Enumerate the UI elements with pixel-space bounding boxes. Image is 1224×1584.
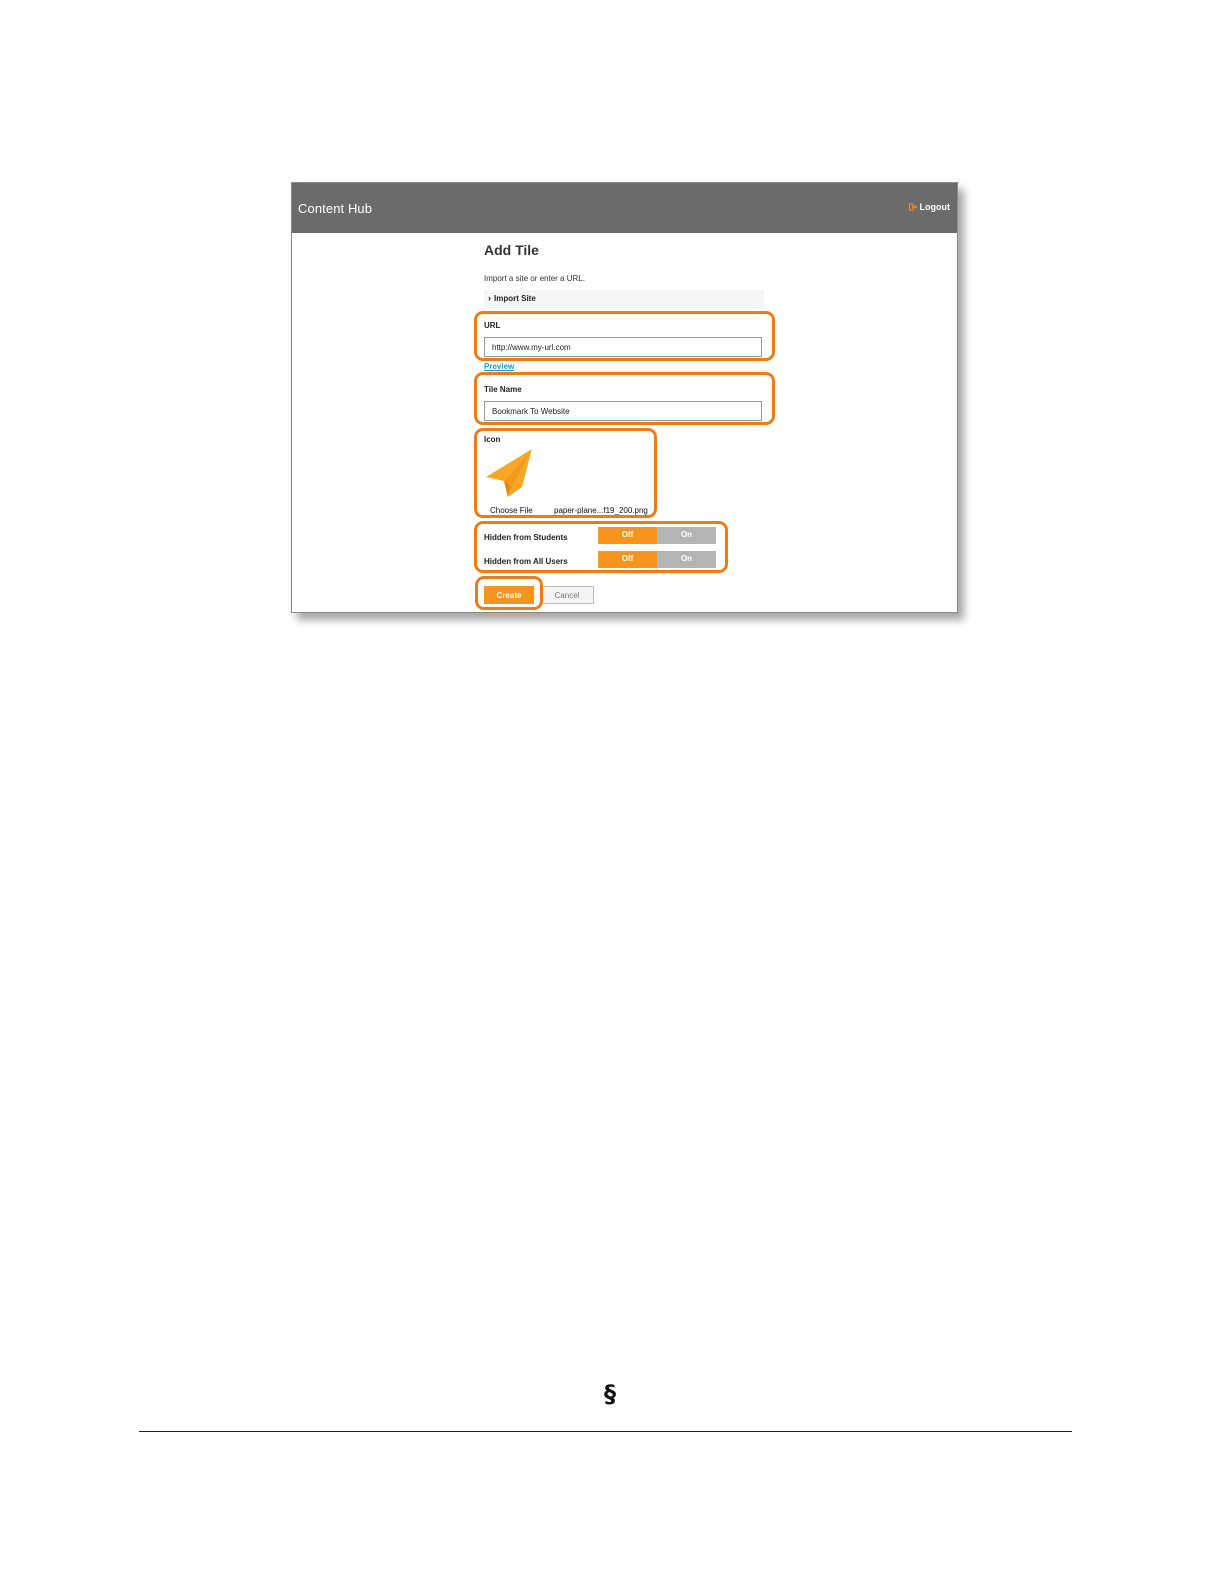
section-mark: § (604, 1380, 616, 1408)
main-content: Add Tile Import a site or enter a URL. ›… (292, 233, 957, 612)
toggle-on-option[interactable]: On (657, 551, 716, 568)
file-name: paper-plane...f19_200.png (554, 506, 648, 515)
hidden-from-all-users-toggle[interactable]: Off On (598, 551, 716, 568)
logout-label: Logout (919, 202, 951, 212)
toggle-off-option[interactable]: Off (598, 551, 657, 568)
import-site-label: Import Site (494, 294, 536, 303)
url-input[interactable] (484, 337, 762, 357)
paper-plane-icon (484, 447, 536, 499)
intro-text: Import a site or enter a URL. (484, 274, 585, 283)
logout-link[interactable]: Logout (908, 202, 951, 212)
hidden-from-students-toggle[interactable]: Off On (598, 527, 716, 544)
toggle-off-option[interactable]: Off (598, 527, 657, 544)
app-title: Content Hub (298, 201, 373, 216)
tile-name-input[interactable] (484, 401, 762, 421)
cancel-button[interactable]: Cancel (540, 586, 594, 604)
create-button[interactable]: Create (484, 586, 534, 604)
logout-icon (908, 203, 917, 211)
icon-label: Icon (484, 435, 501, 444)
app-screenshot: Content Hub Logout Add Tile Import a sit… (291, 182, 958, 613)
preview-link[interactable]: Preview (484, 362, 514, 371)
hidden-from-students-label: Hidden from Students (484, 533, 568, 542)
url-label: URL (484, 321, 501, 330)
toggle-on-option[interactable]: On (657, 527, 716, 544)
footer-rule (139, 1431, 1072, 1432)
import-site-toggle[interactable]: › Import Site (484, 290, 764, 308)
page-title: Add Tile (484, 242, 539, 258)
hidden-from-all-users-label: Hidden from All Users (484, 557, 568, 566)
choose-file-button[interactable]: Choose File (490, 506, 533, 515)
chevron-right-icon: › (488, 293, 491, 303)
top-bar: Content Hub Logout (292, 183, 957, 233)
tile-name-label: Tile Name (484, 385, 522, 394)
